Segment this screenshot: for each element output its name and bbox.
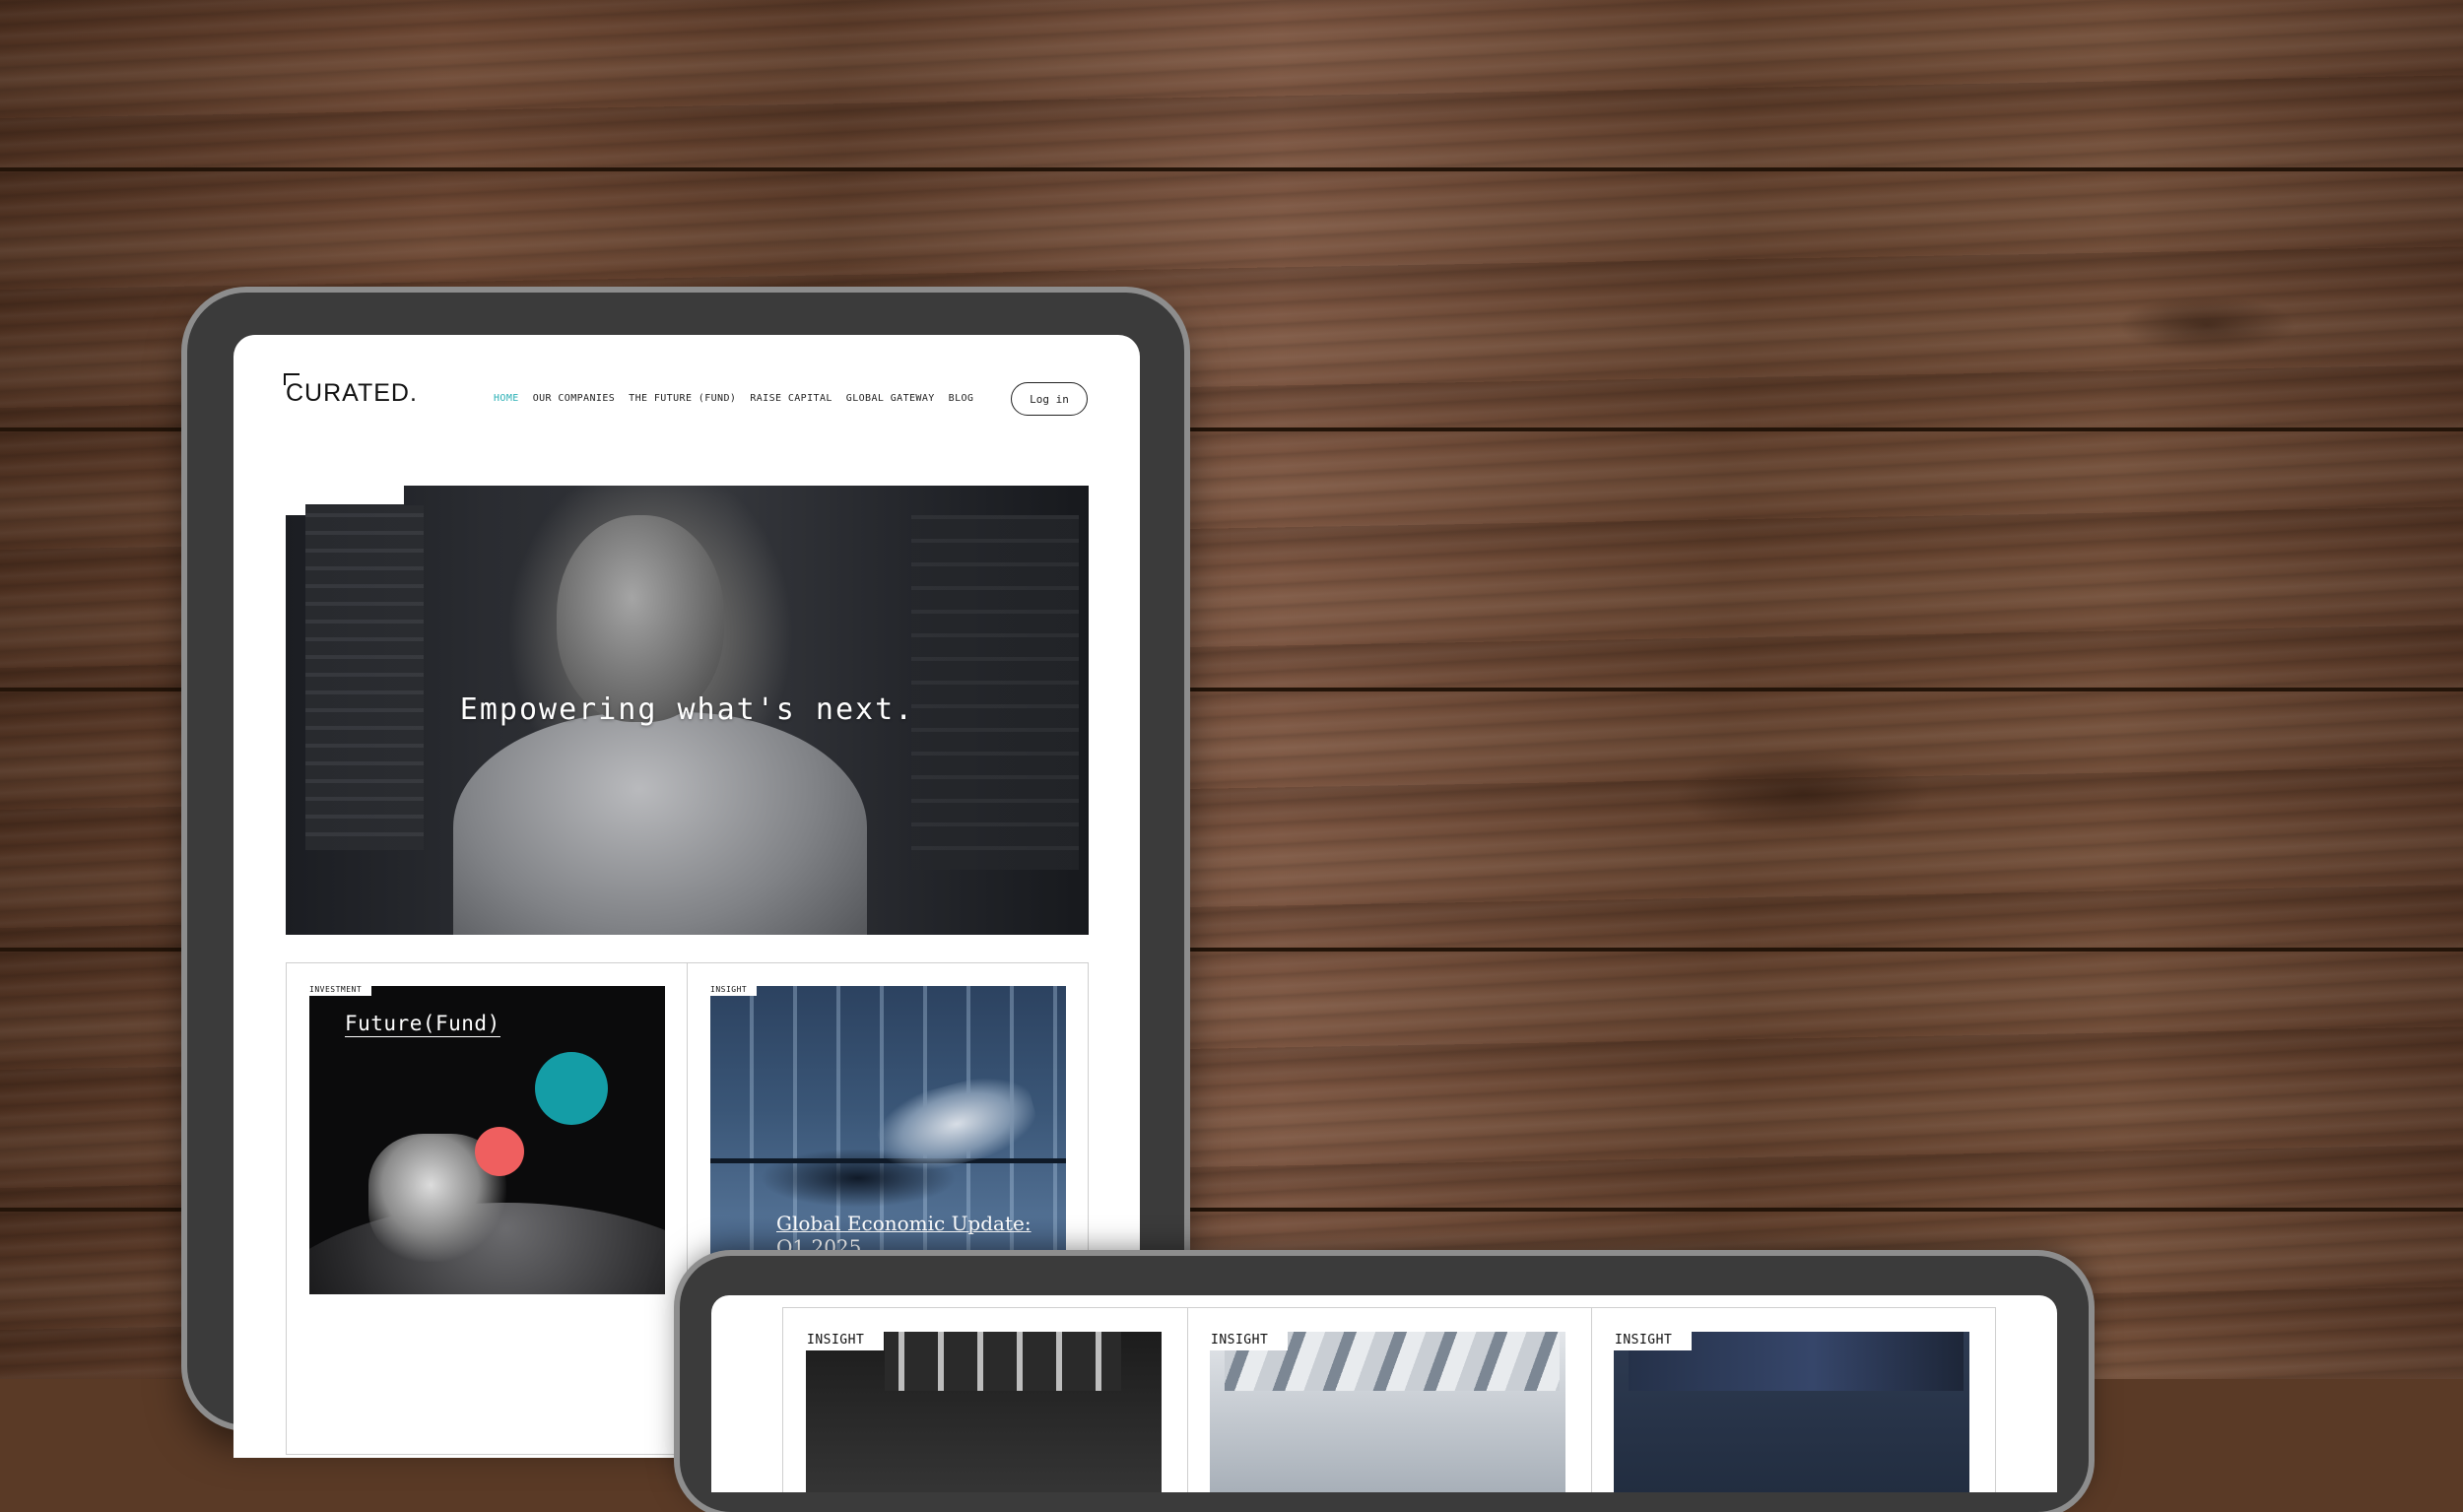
second-tablet-screen: INSIGHT INSIGHT INSIGHT: [711, 1295, 2057, 1492]
hero-corner-cutout: [286, 486, 404, 504]
logo-bracket-mark: [284, 373, 300, 385]
second-tablet-device: INSIGHT INSIGHT INSIGHT: [680, 1256, 2089, 1512]
card-divider: [1591, 1308, 1592, 1492]
card-image: [885, 1332, 1121, 1391]
card-tag: INSIGHT: [1210, 1332, 1289, 1350]
hero-image-astronaut-head: [557, 515, 724, 722]
red-circle-graphic: [475, 1127, 524, 1176]
wood-knot: [2118, 296, 2296, 355]
insight-card[interactable]: INSIGHT: [1614, 1332, 1969, 1492]
insight-card[interactable]: INSIGHT: [1210, 1332, 1565, 1492]
wood-plank: [0, 0, 2463, 171]
card-global-economic-update[interactable]: INSIGHT Global Economic Update: Q1 2025: [710, 986, 1066, 1294]
wood-knot: [1675, 749, 1931, 837]
card-title[interactable]: Global Economic Update: Q1 2025: [776, 1212, 1052, 1259]
card-title[interactable]: Future(Fund): [345, 1012, 500, 1037]
nav-item-the-future-fund[interactable]: THE FUTURE (FUND): [629, 393, 736, 404]
hero-headline: Empowering what's next.: [459, 692, 915, 727]
main-nav: HOME OUR COMPANIES THE FUTURE (FUND) RAI…: [494, 393, 973, 404]
nav-item-home[interactable]: HOME: [494, 393, 519, 404]
nav-item-raise-capital[interactable]: RAISE CAPITAL: [750, 393, 832, 404]
nav-item-our-companies[interactable]: OUR COMPANIES: [533, 393, 615, 404]
hero-banner: Empowering what's next.: [286, 486, 1089, 935]
nav-item-global-gateway[interactable]: GLOBAL GATEWAY: [846, 393, 935, 404]
card-future-fund[interactable]: INVESTMENT Future(Fund): [309, 986, 665, 1294]
card-tag: INSIGHT: [710, 986, 758, 996]
hero-image-control-panel: [305, 505, 424, 850]
teal-circle-graphic: [535, 1052, 608, 1125]
nav-item-blog[interactable]: BLOG: [949, 393, 974, 404]
card-tag: INVESTMENT: [309, 986, 372, 996]
login-button[interactable]: Log in: [1011, 382, 1088, 416]
site-logo[interactable]: CURATED.: [284, 373, 418, 408]
card-tag: INSIGHT: [1614, 1332, 1693, 1350]
card-divider: [1187, 1308, 1188, 1492]
hero-image-astronaut-suit: [453, 712, 867, 935]
hero-corner-cutout: [286, 503, 305, 515]
card-tag: INSIGHT: [806, 1332, 885, 1350]
insight-card[interactable]: INSIGHT: [806, 1332, 1162, 1492]
insight-cards-grid: INSIGHT INSIGHT INSIGHT: [782, 1307, 1996, 1492]
logo-text: CURATED.: [286, 379, 418, 407]
